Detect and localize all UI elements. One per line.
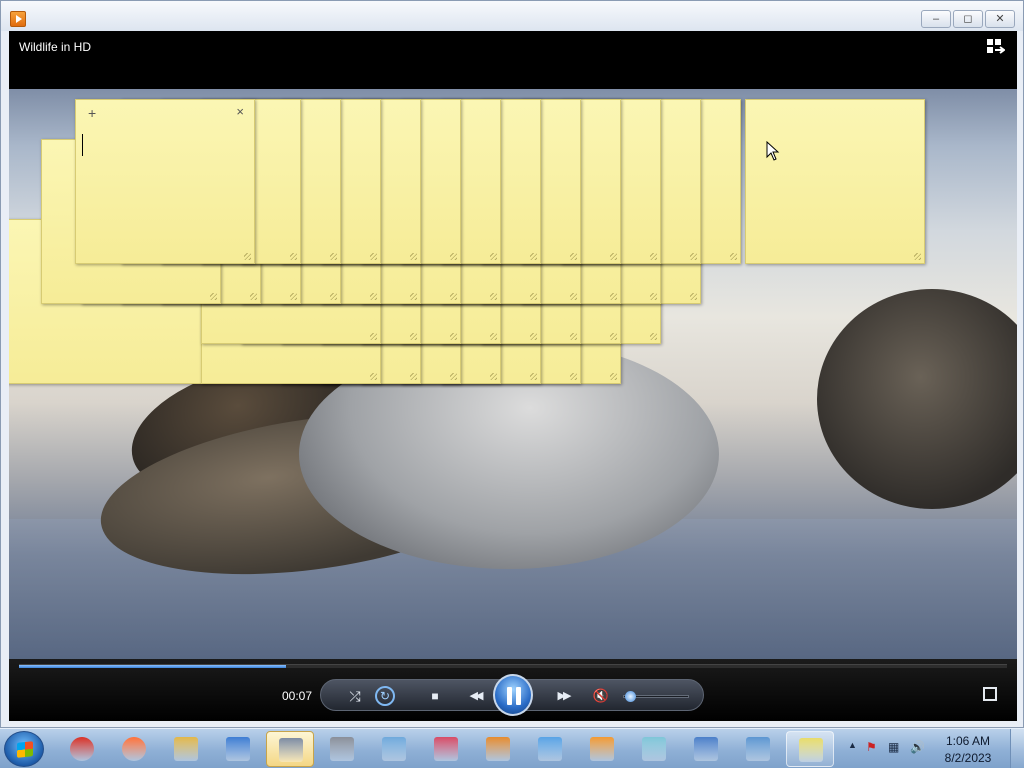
text-caret [82,134,83,156]
playback-controls: 00:07 ⤮ ↻ ■ ◀◀ ▶▶ 🔇 [9,659,1017,721]
minimize-button[interactable]: – [921,10,951,28]
fullscreen-icon[interactable] [983,687,997,701]
taskbar-mail-button[interactable] [526,731,574,767]
title-bar[interactable]: – ◻ ✕ [1,1,1023,31]
taskbar-media-player-button[interactable] [578,731,626,767]
media-player-icon [590,737,614,761]
taskbar-fax-scan-button[interactable] [318,731,366,767]
snipping-tool-icon [434,737,458,761]
taskbar-notepad-button[interactable] [630,731,678,767]
taskbar-control-panel-button[interactable] [734,731,782,767]
new-note-button[interactable]: + [88,105,96,121]
taskbar-paint-button[interactable] [474,731,522,767]
mouse-cursor-icon [766,141,780,161]
wordpad-icon [694,737,718,761]
player-header: Wildlife in HD [9,31,1017,89]
paint-icon [486,737,510,761]
show-desktop-button[interactable] [1010,729,1024,768]
video-frame[interactable]: + × [9,89,1017,659]
notepad-icon [642,737,666,761]
shuffle-button[interactable]: ⤮ [345,686,365,706]
remote-desktop-icon [226,737,250,761]
video-title: Wildlife in HD [19,40,92,54]
notification-area: ▲ ⚑ ▦ 🔊 1:06 AM 8/2/2023 [844,729,1024,768]
show-hidden-icons-icon[interactable]: ▲ [848,740,857,750]
sticky-notes-stack: + × [9,89,1017,659]
mail-icon [538,737,562,761]
previous-button[interactable]: ◀◀ [459,686,491,706]
clock-time[interactable]: 1:06 AM [938,734,998,748]
media-player-icon [10,11,26,27]
next-button[interactable]: ▶▶ [547,686,579,706]
taskbar-firefox-button[interactable] [110,731,158,767]
calculator-icon [279,738,303,762]
control-bar: ⤮ ↻ ■ ◀◀ ▶▶ 🔇 [320,674,704,716]
sticky-note[interactable]: + × [75,99,255,264]
stop-button[interactable]: ■ [425,686,445,706]
pause-icon [507,687,512,705]
control-panel-icon [746,737,770,761]
taskbar-notepad-doc-button[interactable] [370,731,418,767]
taskbar: ▲ ⚑ ▦ 🔊 1:06 AM 8/2/2023 [0,728,1024,768]
volume-slider[interactable] [623,691,689,702]
restore-button[interactable]: ◻ [953,10,983,28]
start-button[interactable] [4,731,44,767]
volume-slider-thumb[interactable] [625,691,637,702]
media-player-window: – ◻ ✕ Wildlife in HD + × 00:07 ⤮ ↻ ■ ◀◀ … [0,0,1024,728]
taskbar-remote-desktop-button[interactable] [214,731,262,767]
fax-scan-icon [330,737,354,761]
repeat-button[interactable]: ↻ [375,686,395,706]
delete-note-button[interactable]: × [236,104,244,119]
firefox-icon [122,737,146,761]
elapsed-time: 00:07 [282,689,313,703]
taskbar-file-explorer-button[interactable] [162,731,210,767]
action-center-flag-icon[interactable]: ⚑ [866,740,877,754]
seek-bar[interactable] [19,664,1007,668]
network-icon[interactable]: ▦ [888,740,899,754]
caption-buttons: – ◻ ✕ [921,10,1015,28]
taskbar-sticky-notes-button[interactable] [786,731,834,767]
chrome-icon [70,737,94,761]
mute-button[interactable]: 🔇 [591,686,611,706]
switch-to-library-icon[interactable] [987,39,1005,55]
volume-muted-icon[interactable]: 🔊 [910,740,925,754]
close-button[interactable]: ✕ [985,10,1015,28]
taskbar-chrome-button[interactable] [58,731,106,767]
sticky-notes-icon [799,738,823,762]
taskbar-wordpad-button[interactable] [682,731,730,767]
now-playing-area: Wildlife in HD + × 00:07 ⤮ ↻ ■ ◀◀ ▶▶ 🔇 [9,31,1017,721]
sticky-note[interactable] [745,99,925,264]
taskbar-snipping-tool-button[interactable] [422,731,470,767]
file-explorer-icon [174,737,198,761]
pause-button[interactable] [493,674,533,716]
notepad-doc-icon [382,737,406,761]
taskbar-calculator-button[interactable] [266,731,314,767]
pause-icon [516,687,521,705]
seek-progress [19,665,286,668]
windows-logo-icon [17,741,33,758]
clock-date[interactable]: 8/2/2023 [938,751,998,765]
